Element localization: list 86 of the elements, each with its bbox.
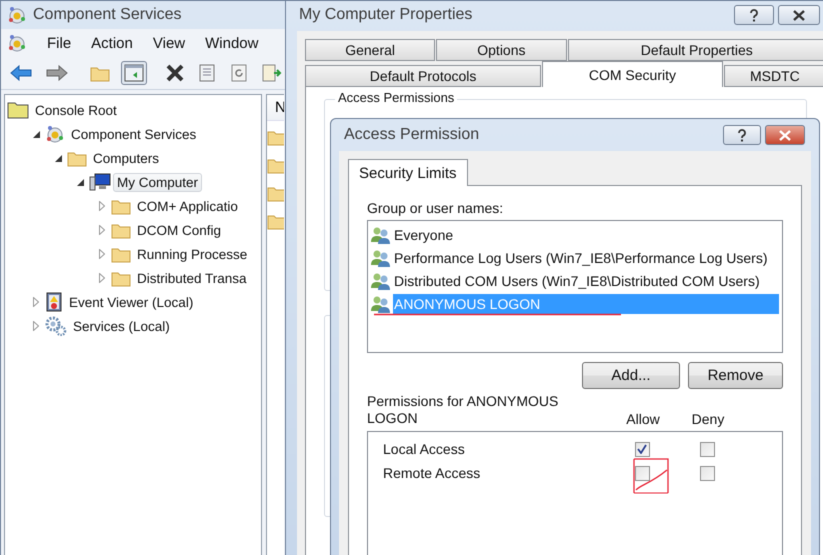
collapsed-arrow-icon[interactable] xyxy=(99,225,105,235)
permission-name: Remote Access xyxy=(383,465,482,481)
tree-item[interactable]: Running Processe xyxy=(133,244,252,264)
collapsed-arrow-icon[interactable] xyxy=(99,273,105,283)
expanded-arrow-icon[interactable] xyxy=(32,130,40,138)
list-item[interactable]: Performance Log Users (Win7_IE8\Performance Log Users) xyxy=(393,248,768,268)
users-icon xyxy=(371,272,391,290)
tab[interactable]: MSDTC xyxy=(724,65,823,87)
event-log-icon xyxy=(45,292,63,312)
checkbox[interactable] xyxy=(634,466,650,480)
group-label: Access Permissions xyxy=(335,90,458,105)
tab[interactable]: Options xyxy=(436,39,566,61)
help-icon xyxy=(749,8,759,22)
window-title: My Computer Properties xyxy=(299,6,472,24)
menu-item[interactable]: Action xyxy=(91,34,133,52)
expanded-arrow-icon[interactable] xyxy=(54,154,62,162)
computer-icon xyxy=(89,172,111,192)
close-button[interactable] xyxy=(778,5,820,25)
checkbox[interactable] xyxy=(700,466,714,480)
folder-icon xyxy=(111,270,131,286)
folder-icon xyxy=(267,212,284,230)
collapsed-arrow-icon[interactable] xyxy=(99,249,105,259)
checkbox[interactable] xyxy=(634,442,650,456)
remove-button[interactable]: Remove xyxy=(688,362,783,389)
tree-item[interactable]: My Computer xyxy=(113,172,202,192)
tab[interactable]: Default Properties xyxy=(568,39,823,61)
refresh-icon xyxy=(230,64,248,82)
folder-up-icon xyxy=(90,64,110,82)
help-button[interactable] xyxy=(723,125,761,145)
component-icon xyxy=(45,124,65,144)
menu-item[interactable]: View xyxy=(152,34,186,52)
menu-item[interactable]: File xyxy=(47,34,72,52)
help-icon xyxy=(737,128,747,142)
users-icon xyxy=(371,226,391,244)
tree-item[interactable]: Services (Local) xyxy=(69,316,174,336)
list-item[interactable]: Everyone xyxy=(393,225,454,245)
tree-item[interactable]: COM+ Applicatio xyxy=(133,196,242,216)
users-icon xyxy=(371,249,391,267)
folder-icon xyxy=(111,198,131,214)
component-icon xyxy=(7,5,27,25)
add-button[interactable]: Add... xyxy=(582,362,680,389)
tab[interactable]: General xyxy=(305,39,436,61)
users-icon xyxy=(371,295,391,313)
folder-icon xyxy=(7,101,29,119)
tree-item[interactable]: Component Services xyxy=(67,124,200,144)
close-icon xyxy=(778,130,792,140)
collapsed-arrow-icon[interactable] xyxy=(33,321,39,331)
folder-icon xyxy=(267,156,284,174)
list-item[interactable]: Distributed COM Users (Win7_IE8\Distributed COM Users) xyxy=(393,271,761,291)
tab[interactable]: Security Limits xyxy=(348,159,468,186)
checkbox[interactable] xyxy=(700,442,714,456)
column-header: Deny xyxy=(690,411,726,427)
tree-item[interactable]: Distributed Transa xyxy=(133,268,251,288)
collapsed-arrow-icon[interactable] xyxy=(33,297,39,307)
export-list-icon xyxy=(262,64,282,82)
component-icon xyxy=(7,33,27,53)
tree-item[interactable]: Computers xyxy=(89,148,164,168)
console-tree-button[interactable] xyxy=(121,61,147,85)
back-arrow-icon xyxy=(10,65,32,81)
folder-icon xyxy=(67,150,87,166)
column-header: Allow xyxy=(625,411,661,427)
window-title: Component Services xyxy=(33,6,182,24)
expanded-arrow-icon[interactable] xyxy=(76,178,84,186)
document-icon xyxy=(198,64,216,82)
tab[interactable]: Default Protocols xyxy=(305,65,542,87)
tab[interactable]: COM Security xyxy=(542,61,723,87)
permissions-label: Permissions for ANONYMOUS LOGON xyxy=(367,393,560,427)
folder-icon xyxy=(267,128,284,146)
forward-arrow-icon xyxy=(46,65,68,81)
tree-item[interactable]: Console Root xyxy=(31,100,121,120)
tree-item[interactable]: Event Viewer (Local) xyxy=(65,292,198,312)
pane-icon xyxy=(124,64,144,82)
folder-icon xyxy=(111,246,131,262)
check-icon xyxy=(637,444,647,454)
dialog-title: Access Permission xyxy=(344,126,480,144)
help-button[interactable] xyxy=(734,5,774,25)
tree-item[interactable]: DCOM Config xyxy=(133,220,226,240)
close-icon xyxy=(166,64,184,82)
list-label: Group or user names: xyxy=(367,200,504,216)
folder-icon xyxy=(111,222,131,238)
menu-item[interactable]: Window xyxy=(205,34,258,52)
gears-icon xyxy=(45,316,67,336)
close-icon xyxy=(792,10,806,20)
folder-icon xyxy=(267,184,284,202)
permission-name: Local Access xyxy=(383,441,466,457)
collapsed-arrow-icon[interactable] xyxy=(99,201,105,211)
